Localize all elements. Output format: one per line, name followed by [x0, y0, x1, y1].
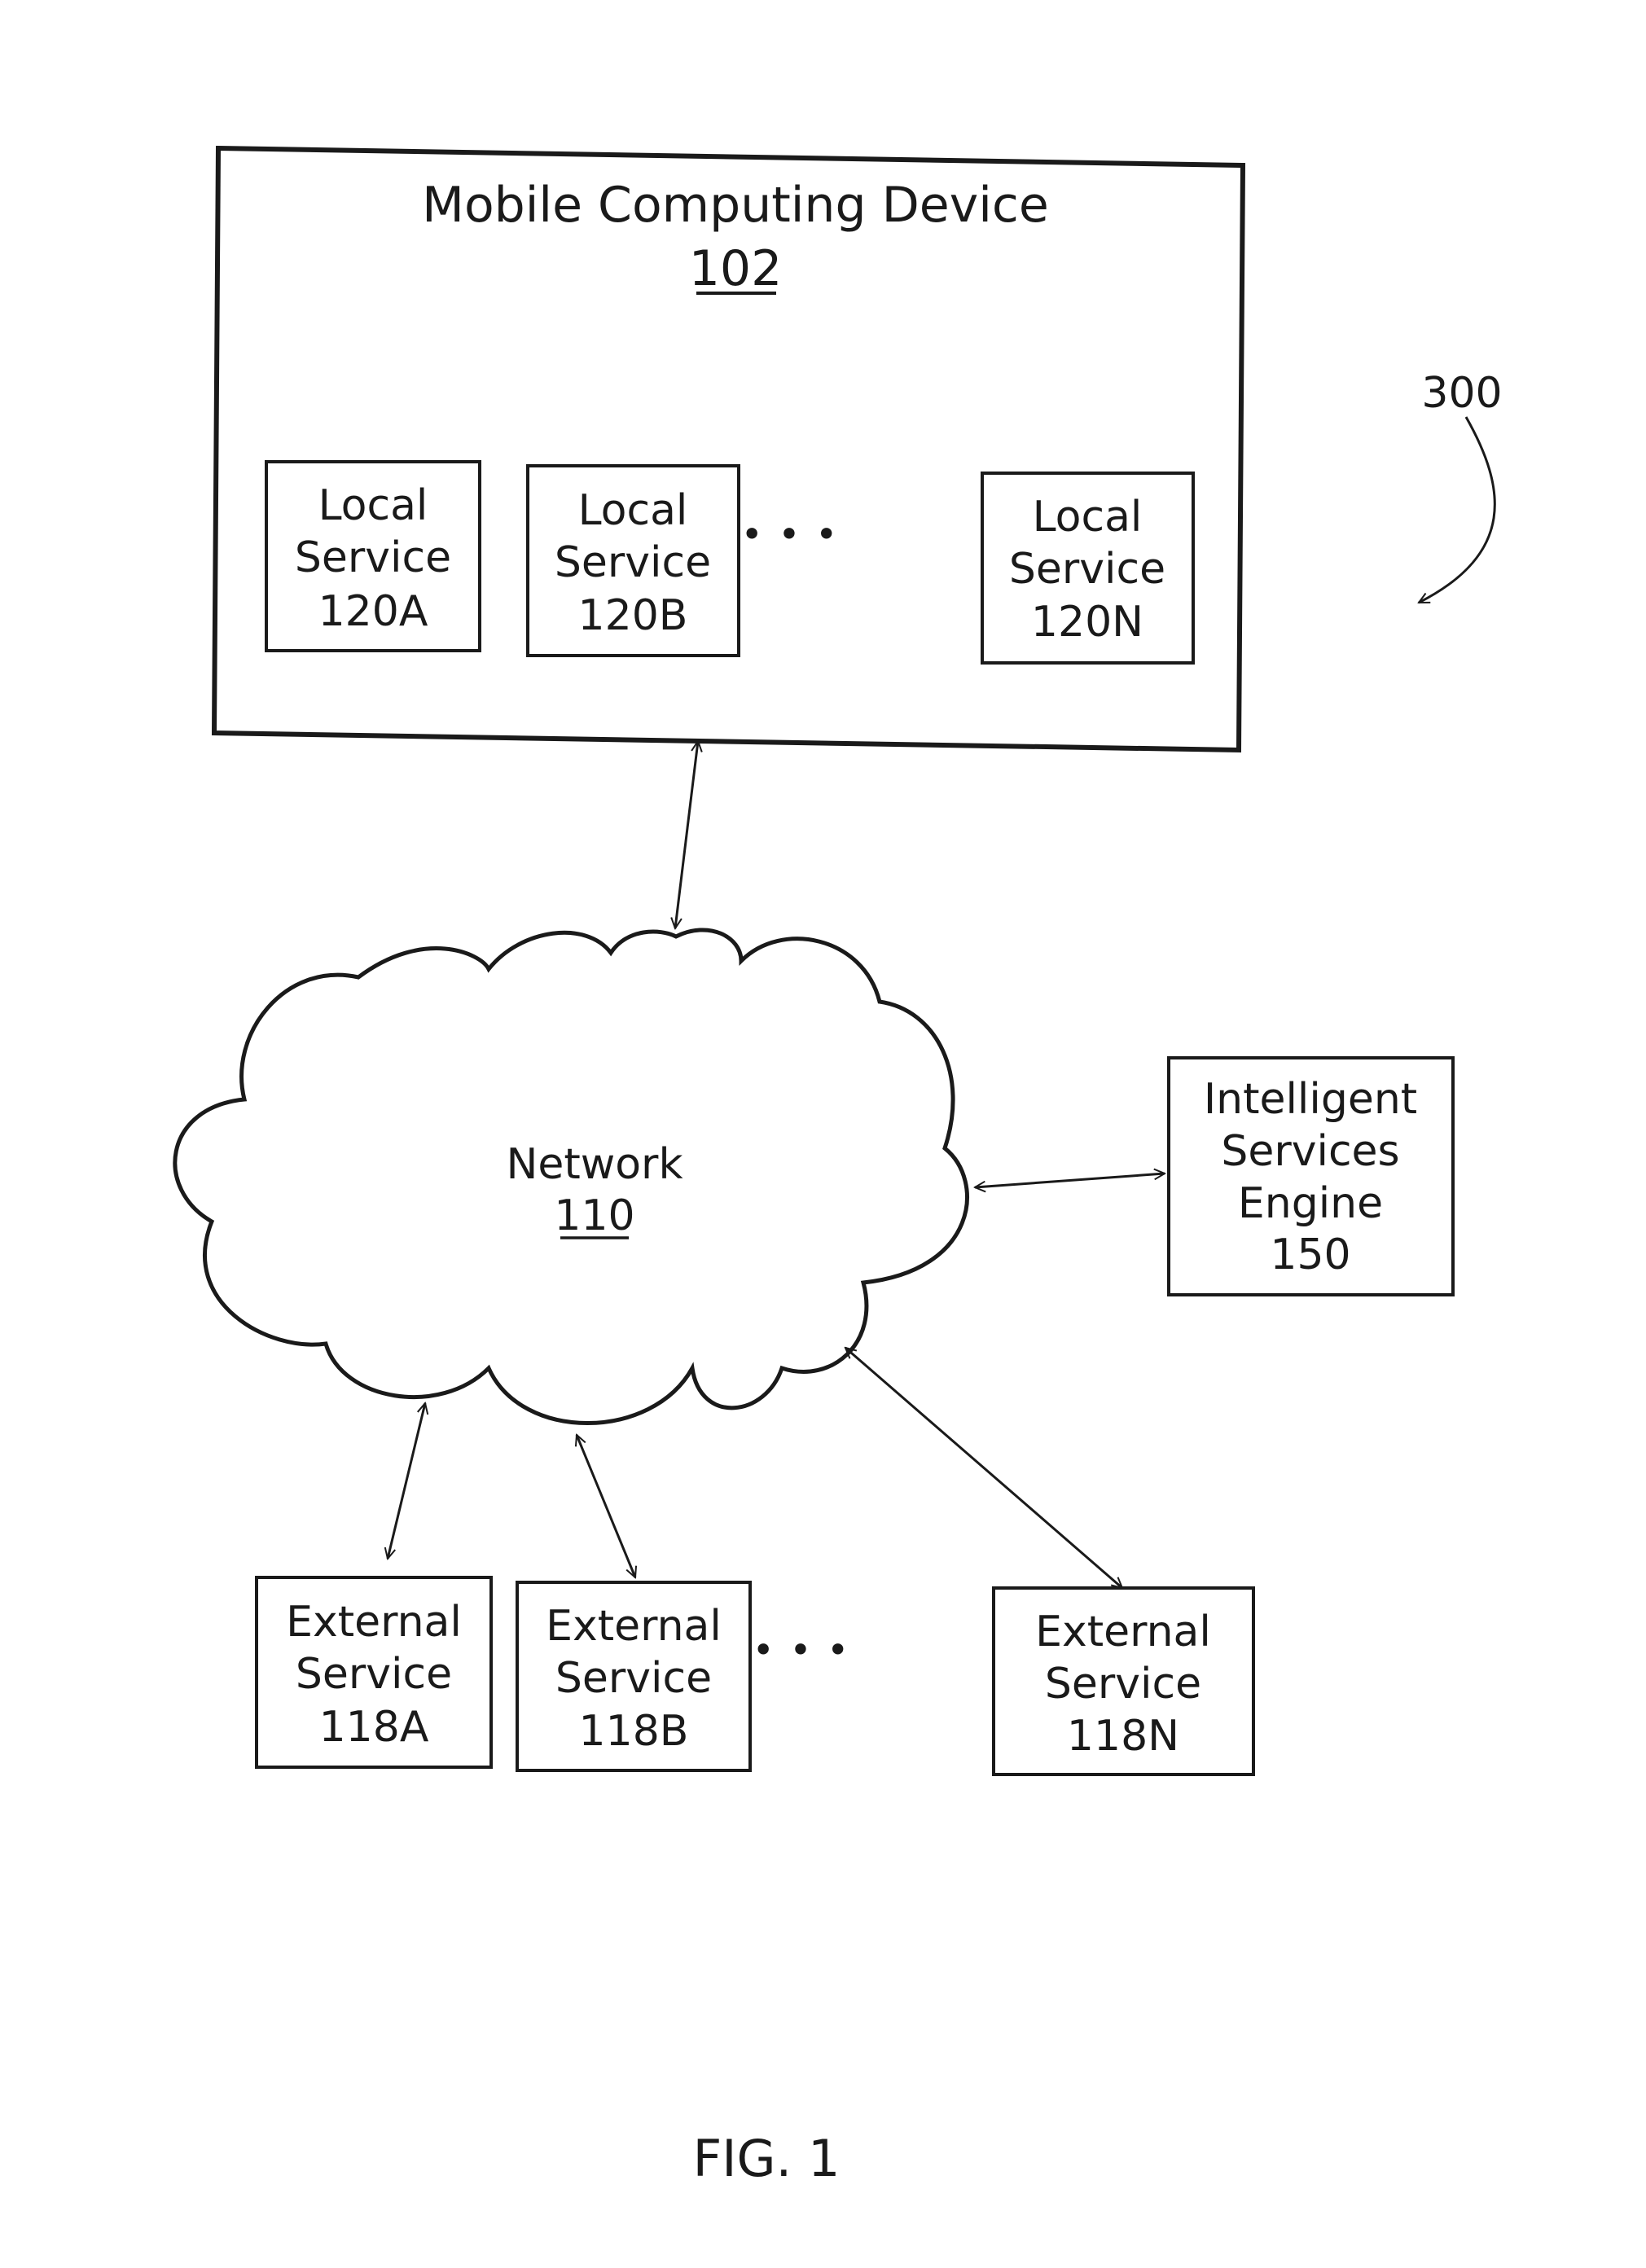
svg-text:120B: 120B [578, 591, 688, 640]
svg-text:Service: Service [1045, 1660, 1201, 1709]
svg-text:External: External [546, 1602, 722, 1651]
svg-text:150: 150 [1270, 1231, 1350, 1279]
local-service-box: Local Service 120N [981, 472, 1195, 665]
svg-text:Service: Service [555, 1654, 712, 1703]
external-services-ellipsis: • • • [753, 1628, 851, 1672]
reference-arrow [1419, 416, 1496, 604]
network-external-a-arrow [388, 1403, 425, 1559]
svg-text:Local: Local [318, 481, 428, 530]
svg-text:118N: 118N [1067, 1712, 1179, 1761]
reference-numeral: 300 [1421, 369, 1502, 418]
mobile-device-title: Mobile Computing Device [422, 177, 1049, 234]
intelligent-services-engine-box: Intelligent Services Engine 150 [1167, 1056, 1455, 1296]
svg-text:Intelligent: Intelligent [1204, 1075, 1417, 1124]
svg-text:Engine: Engine [1238, 1179, 1383, 1228]
local-services-ellipsis: • • • [741, 512, 840, 556]
network-external-n-arrow [845, 1348, 1122, 1588]
svg-text:118B: 118B [579, 1707, 689, 1756]
external-service-box: External Service 118A [255, 1576, 493, 1769]
local-service-box: Local Service 120A [265, 460, 481, 652]
svg-text:Local: Local [578, 486, 688, 535]
network-external-b-arrow [577, 1435, 635, 1577]
svg-text:120N: 120N [1031, 598, 1143, 647]
external-service-box: External Service 118B [516, 1581, 752, 1772]
external-service-box: External Service 118N [992, 1586, 1255, 1776]
svg-text:Local: Local [1033, 493, 1143, 542]
svg-text:118A: 118A [319, 1703, 429, 1752]
svg-text:120A: 120A [318, 587, 428, 636]
network-number: 110 [554, 1191, 634, 1240]
local-service-box: Local Service 120B [526, 464, 740, 657]
mobile-computing-device-box: Mobile Computing Device 102 [211, 145, 1246, 753]
device-network-arrow [675, 741, 698, 928]
svg-text:Service: Service [1009, 545, 1165, 594]
figure-caption: FIG. 1 [693, 2129, 841, 2188]
svg-text:Service: Service [555, 538, 711, 587]
mobile-device-number: 102 [689, 240, 783, 297]
svg-text:Services: Services [1221, 1127, 1399, 1176]
svg-text:Service: Service [295, 533, 451, 582]
network-engine-arrow [975, 1173, 1165, 1187]
system-diagram: Mobile Computing Device 102 Local Servic… [173, 145, 1503, 2188]
svg-text:Service: Service [296, 1650, 452, 1699]
svg-text:External: External [1035, 1608, 1211, 1656]
network-title: Network [506, 1140, 683, 1189]
svg-text:External: External [286, 1598, 462, 1647]
